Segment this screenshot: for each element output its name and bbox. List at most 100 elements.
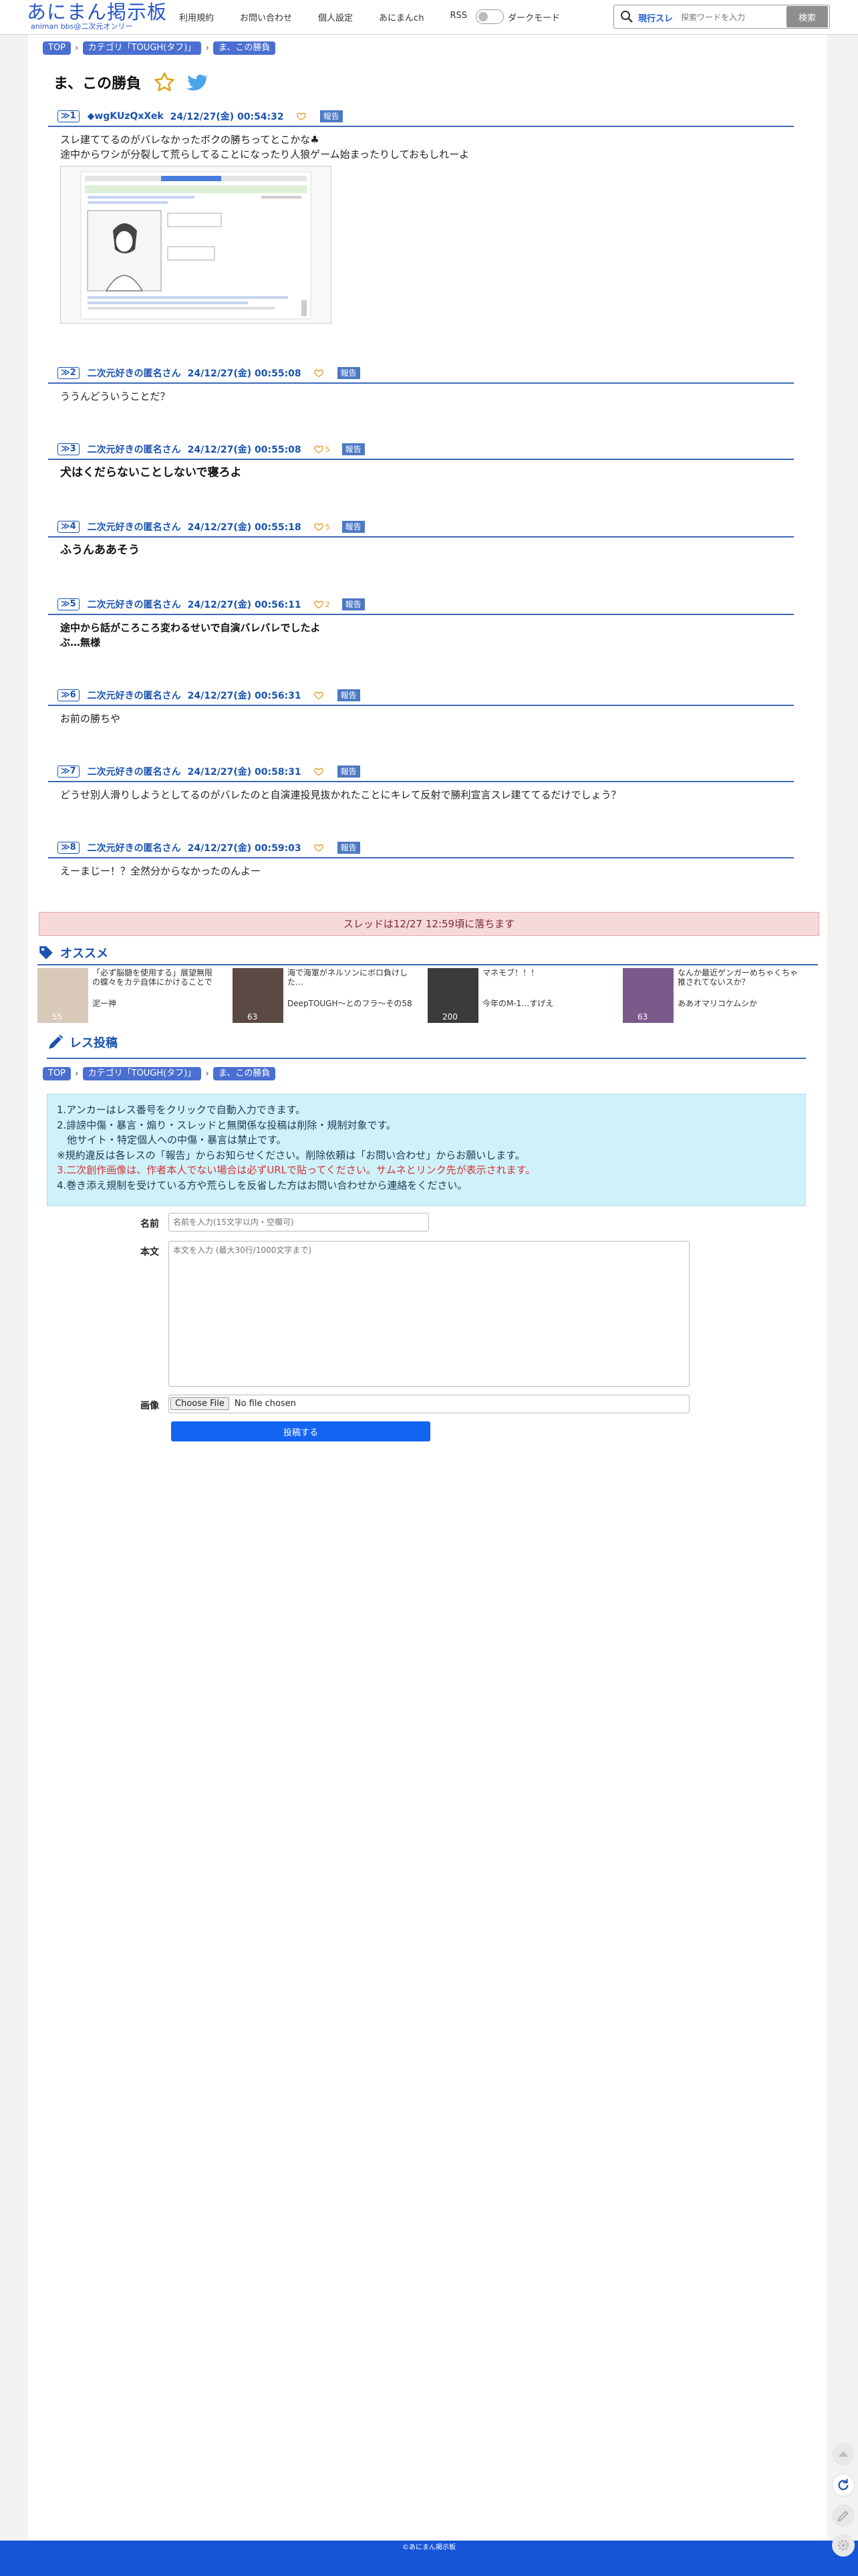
pencil-icon	[49, 1034, 63, 1049]
post-number[interactable]: ≫8	[57, 842, 80, 854]
post-number[interactable]: ≫5	[57, 598, 80, 610]
tag-icon	[39, 946, 53, 959]
heart-icon	[313, 768, 323, 776]
report-button[interactable]: 報告	[337, 842, 360, 854]
nav-terms[interactable]: 利用規約	[179, 11, 214, 23]
like-button[interactable]	[313, 690, 325, 701]
post-6: ≫6 二次元好きの匿名さん 24/12/27(金) 00:56:31 報告 お前…	[48, 689, 794, 726]
breadcrumb-thread[interactable]: ま、この勝負	[212, 1067, 276, 1080]
recommend-item[interactable]: 63 海で海軍がネルソンにボロ負けした… DeepTOUGH〜とのフラ〜その58	[233, 968, 413, 1023]
settings-button[interactable]	[832, 2534, 855, 2557]
breadcrumb-category[interactable]: カテゴリ「TOUGH(タフ)」	[82, 1067, 202, 1080]
breadcrumb-thread[interactable]: ま、この勝負	[212, 41, 276, 55]
post-body: ううんどういうことだ？	[48, 389, 794, 404]
like-button[interactable]	[313, 842, 325, 853]
post-date: 24/12/27(金) 00:55:18	[187, 522, 301, 533]
site-logo[interactable]: あにまん掲示板 animan bbs@二次元オンリー	[27, 1, 167, 31]
post-line: ううんどういうことだ？	[60, 390, 170, 402]
dark-mode-toggle[interactable]	[476, 9, 504, 24]
report-button[interactable]: 報告	[341, 598, 365, 610]
post-number[interactable]: ≫7	[57, 766, 80, 778]
poster-name: ◆wgKUzQxXek	[87, 111, 164, 122]
recommend-divider	[37, 964, 818, 965]
post-4: ≫4 二次元好きの匿名さん 24/12/27(金) 00:55:18 5 報告 …	[48, 520, 794, 558]
search-icon[interactable]	[620, 10, 633, 23]
nav-animanch[interactable]: あにまんch	[379, 11, 424, 23]
post-header: ≫4 二次元好きの匿名さん 24/12/27(金) 00:55:18 5 報告	[48, 520, 794, 534]
twitter-share-icon[interactable]	[185, 71, 208, 94]
post-header: ≫1 ◆wgKUzQxXek 24/12/27(金) 00:54:32 報告	[48, 110, 794, 123]
post-date: 24/12/27(金) 00:54:32	[170, 112, 284, 122]
post-3: ≫3 二次元好きの匿名さん 24/12/27(金) 00:55:08 5 報告 …	[48, 443, 794, 480]
breadcrumb-category[interactable]: カテゴリ「TOUGH(タフ)」	[82, 41, 202, 55]
poster-name: 二次元好きの匿名さん	[87, 843, 181, 854]
logo-subtitle: animan bbs@二次元オンリー	[31, 22, 133, 31]
nav-settings[interactable]: 個人設定	[318, 11, 353, 23]
image-label: 画像	[140, 1401, 159, 1411]
name-label: 名前	[140, 1219, 159, 1230]
post-number[interactable]: ≫6	[57, 689, 80, 701]
like-button[interactable]	[313, 368, 325, 378]
post-line: どうせ別人滑りしようとしてるのがバレたのと自演連投見抜かれたことにキレて反射で勝…	[60, 789, 621, 801]
post-divider	[48, 126, 794, 127]
post-body: スレ建ててるのがバレなかったボクの勝ちってとこかな♣ 途中からワシが分裂して荒ら…	[48, 132, 794, 162]
scroll-top-button[interactable]	[832, 2443, 855, 2466]
write-button[interactable]	[832, 2504, 855, 2527]
post-header: ≫8 二次元好きの匿名さん 24/12/27(金) 00:59:03 報告	[48, 841, 794, 854]
report-button[interactable]: 報告	[341, 521, 365, 533]
post-body: どうせ別人滑りしようとしてるのがバレたのと自演連投見抜かれたことにキレて反射で勝…	[48, 788, 794, 802]
post-date: 24/12/27(金) 00:58:31	[187, 767, 301, 778]
search-scope[interactable]: 現行スレ	[638, 11, 673, 24]
recommend-item[interactable]: 200 マネモブ！！！ 今年のM-1…すげえ	[428, 968, 608, 1023]
reply-divider	[47, 1058, 806, 1059]
like-button[interactable]: 5	[313, 521, 330, 532]
name-field[interactable]	[168, 1213, 429, 1232]
report-button[interactable]: 報告	[319, 110, 343, 122]
post-number[interactable]: ≫1	[57, 110, 80, 122]
heart-icon	[313, 445, 323, 454]
recommend-thumbnail: 63	[233, 968, 283, 1023]
report-button[interactable]: 報告	[337, 367, 360, 379]
manga-screenshot-image	[80, 171, 311, 320]
like-count: 5	[325, 445, 330, 454]
submit-button[interactable]: 投稿する	[171, 1421, 430, 1441]
post-image-thumbnail[interactable]	[60, 166, 331, 324]
report-button[interactable]: 報告	[341, 443, 365, 455]
nav-contact[interactable]: お問い合わせ	[240, 11, 292, 23]
like-button[interactable]: 2	[313, 599, 330, 610]
post-divider	[48, 614, 794, 615]
recommend-item[interactable]: 55 「必ず脳髄を使用する」展望無限の蝶々をカテ自体にかけることで 泥ー神	[37, 968, 218, 1023]
poster-name: 二次元好きの匿名さん	[87, 522, 181, 533]
nav-rss[interactable]: RSS	[450, 11, 467, 23]
comment-count: 55	[52, 1012, 63, 1022]
file-input[interactable]: Choose File No file chosen	[168, 1395, 690, 1413]
like-count: 5	[325, 522, 330, 532]
thread-title-row: ま、この勝負	[53, 71, 208, 94]
body-textarea[interactable]	[168, 1241, 690, 1387]
post-header: ≫2 二次元好きの匿名さん 24/12/27(金) 00:55:08 報告	[48, 366, 794, 380]
post-number[interactable]: ≫4	[57, 521, 80, 533]
like-button[interactable]: 5	[313, 444, 330, 455]
post-line: 途中からワシが分裂して荒らしてることになったり人狼ゲーム始まったりしておもしれー…	[60, 148, 470, 160]
report-button[interactable]: 報告	[337, 766, 360, 778]
report-button[interactable]: 報告	[337, 689, 360, 701]
search-button[interactable]: 検索	[786, 6, 828, 27]
post-divider	[48, 857, 794, 858]
post-date: 24/12/27(金) 00:55:08	[187, 445, 301, 455]
choose-file-button[interactable]: Choose File	[170, 1397, 229, 1410]
recommend-title: オススメ	[60, 947, 108, 961]
post-5: ≫5 二次元好きの匿名さん 24/12/27(金) 00:56:11 2 報告 …	[48, 598, 794, 650]
post-divider	[48, 781, 794, 782]
post-date: 24/12/27(金) 00:56:31	[187, 691, 301, 701]
search-input[interactable]	[681, 9, 788, 25]
like-button[interactable]	[313, 766, 325, 777]
breadcrumb-top[interactable]: TOP	[43, 1067, 72, 1080]
like-button[interactable]	[296, 111, 308, 122]
breadcrumb-top[interactable]: TOP	[43, 41, 72, 55]
favorite-star-icon[interactable]	[153, 71, 176, 94]
post-number[interactable]: ≫3	[57, 443, 80, 455]
post-number[interactable]: ≫2	[57, 367, 80, 379]
heart-icon	[313, 844, 323, 852]
recommend-item[interactable]: 63 なんか最近ゲンガーめちゃくちゃ推されてないスか？ ああオマリコケムシか	[623, 968, 803, 1023]
reload-button[interactable]	[832, 2474, 855, 2496]
